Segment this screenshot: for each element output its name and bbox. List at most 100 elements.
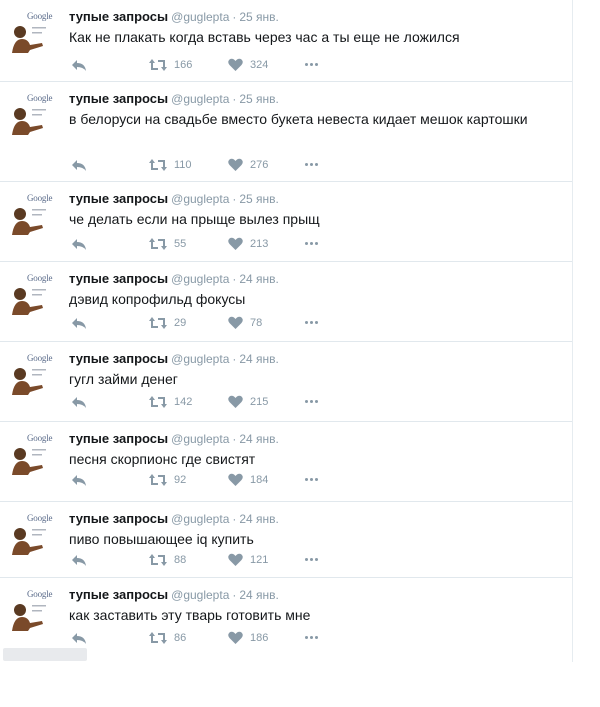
- reply-button[interactable]: [71, 552, 87, 568]
- tweet-actions: 55 213: [69, 236, 369, 252]
- separator-dot: ·: [232, 588, 237, 602]
- reply-button[interactable]: [71, 157, 87, 173]
- more-icon[interactable]: [305, 321, 318, 324]
- retweet-button[interactable]: 110: [149, 157, 192, 173]
- tweet-author-name[interactable]: тупые запросы: [69, 191, 168, 206]
- tweet-timestamp[interactable]: 25 янв.: [239, 10, 279, 24]
- tweet-author-handle[interactable]: @guglepta: [171, 432, 229, 446]
- tweet-author-handle[interactable]: @guglepta: [171, 192, 229, 206]
- tweet-author-handle[interactable]: @guglepta: [171, 352, 229, 366]
- google-logo: Google: [27, 433, 53, 443]
- tweet-author-handle[interactable]: @guglepta: [171, 92, 229, 106]
- more-icon[interactable]: [305, 242, 318, 245]
- tweet-actions: 86 186: [69, 630, 369, 646]
- like-button[interactable]: 213: [228, 236, 268, 252]
- separator-dot: ·: [232, 192, 237, 206]
- tweet[interactable]: Google тупые запросы @guglepta · 24 янв. пи…: [0, 502, 572, 578]
- retweet-button[interactable]: 55: [149, 236, 186, 252]
- tweet-text: гугл займи денег: [69, 371, 178, 387]
- tweet[interactable]: Google тупые запросы @guglepta · 25 янв. в …: [0, 82, 572, 182]
- reply-button[interactable]: [71, 57, 87, 73]
- google-logo: Google: [27, 589, 53, 599]
- reply-icon: [72, 397, 86, 408]
- reply-button[interactable]: [71, 472, 87, 488]
- retweet-count: 29: [174, 317, 187, 329]
- like-count: 276: [250, 159, 269, 171]
- more-icon[interactable]: [305, 63, 318, 66]
- tweet[interactable]: Google тупые запросы @guglepta · 24 янв. дэ…: [0, 262, 572, 342]
- more-icon[interactable]: [305, 478, 318, 481]
- avatar[interactable]: Google: [8, 11, 52, 53]
- like-count: 324: [250, 59, 269, 71]
- retweet-button[interactable]: 142: [149, 394, 192, 410]
- avatar[interactable]: Google: [8, 513, 52, 555]
- like-button[interactable]: 78: [228, 315, 262, 331]
- tweet-actions: 166 324: [69, 57, 369, 73]
- retweet-button[interactable]: 86: [149, 630, 186, 646]
- tweet-author-name[interactable]: тупые запросы: [69, 511, 168, 526]
- avatar-man-icon: [12, 448, 46, 475]
- avatar-man-icon: [12, 208, 46, 235]
- tweet-author-name[interactable]: тупые запросы: [69, 271, 168, 286]
- tweet-timestamp[interactable]: 25 янв.: [239, 192, 279, 206]
- tweet[interactable]: Google тупые запросы @guglepta · 24 янв. пе…: [0, 422, 572, 502]
- tweet-actions: 142 215: [69, 394, 369, 410]
- heart-icon: [228, 553, 243, 566]
- retweet-icon: [149, 632, 167, 644]
- separator-dot: ·: [232, 272, 237, 286]
- tweet-author-handle[interactable]: @guglepta: [171, 588, 229, 602]
- tweet-timestamp[interactable]: 24 янв.: [239, 512, 279, 526]
- reply-button[interactable]: [71, 630, 87, 646]
- more-icon[interactable]: [305, 558, 318, 561]
- like-button[interactable]: 276: [228, 157, 268, 173]
- tweet[interactable]: Google тупые запросы @guglepta · 24 янв. гу…: [0, 342, 572, 422]
- tweet-author-handle[interactable]: @guglepta: [171, 512, 229, 526]
- tweet-author-handle[interactable]: @guglepta: [171, 272, 229, 286]
- tweet[interactable]: Google тупые запросы @guglepta · 25 янв. че…: [0, 182, 572, 262]
- tweet-author-name[interactable]: тупые запросы: [69, 91, 168, 106]
- tweet-author-name[interactable]: тупые запросы: [69, 9, 168, 24]
- avatar[interactable]: Google: [8, 193, 52, 235]
- tweet-timestamp[interactable]: 24 янв.: [239, 352, 279, 366]
- tweet-timestamp[interactable]: 24 янв.: [239, 588, 279, 602]
- tweet-author-name[interactable]: тупые запросы: [69, 351, 168, 366]
- avatar[interactable]: Google: [8, 433, 52, 475]
- retweet-button[interactable]: 88: [149, 552, 186, 568]
- tweet[interactable]: Google тупые запросы @guglepta · 25 янв. Ка…: [0, 0, 572, 82]
- avatar[interactable]: Google: [8, 273, 52, 315]
- tweet-timestamp[interactable]: 25 янв.: [239, 92, 279, 106]
- reply-button[interactable]: [71, 315, 87, 331]
- retweet-count: 88: [174, 554, 187, 566]
- horizontal-scrollbar[interactable]: [3, 648, 87, 661]
- like-button[interactable]: 215: [228, 394, 268, 410]
- retweet-button[interactable]: 92: [149, 472, 186, 488]
- tweet-text: дэвид копрофильд фокусы: [69, 291, 246, 307]
- avatar[interactable]: Google: [8, 589, 52, 631]
- like-button[interactable]: 324: [228, 57, 268, 73]
- more-icon[interactable]: [305, 636, 318, 639]
- like-count: 186: [250, 632, 269, 644]
- retweet-button[interactable]: 166: [149, 57, 192, 73]
- like-button[interactable]: 186: [228, 630, 268, 646]
- like-count: 215: [250, 396, 269, 408]
- heart-icon: [228, 395, 243, 408]
- reply-button[interactable]: [71, 394, 87, 410]
- avatar-man-icon: [12, 604, 46, 631]
- avatar[interactable]: Google: [8, 353, 52, 395]
- tweet-author-name[interactable]: тупые запросы: [69, 587, 168, 602]
- like-button[interactable]: 121: [228, 552, 268, 568]
- tweet-author-handle[interactable]: @guglepta: [171, 10, 229, 24]
- tweet-author-name[interactable]: тупые запросы: [69, 431, 168, 446]
- tweet-timestamp[interactable]: 24 янв.: [239, 432, 279, 446]
- avatar[interactable]: Google: [8, 93, 52, 135]
- google-logo: Google: [27, 11, 53, 21]
- more-icon[interactable]: [305, 163, 318, 166]
- retweet-button[interactable]: 29: [149, 315, 186, 331]
- tweet-timestamp[interactable]: 24 янв.: [239, 272, 279, 286]
- retweet-icon: [149, 474, 167, 486]
- more-icon[interactable]: [305, 400, 318, 403]
- separator-dot: ·: [232, 10, 237, 24]
- avatar-man-icon: [12, 368, 46, 395]
- like-button[interactable]: 184: [228, 472, 268, 488]
- reply-button[interactable]: [71, 236, 87, 252]
